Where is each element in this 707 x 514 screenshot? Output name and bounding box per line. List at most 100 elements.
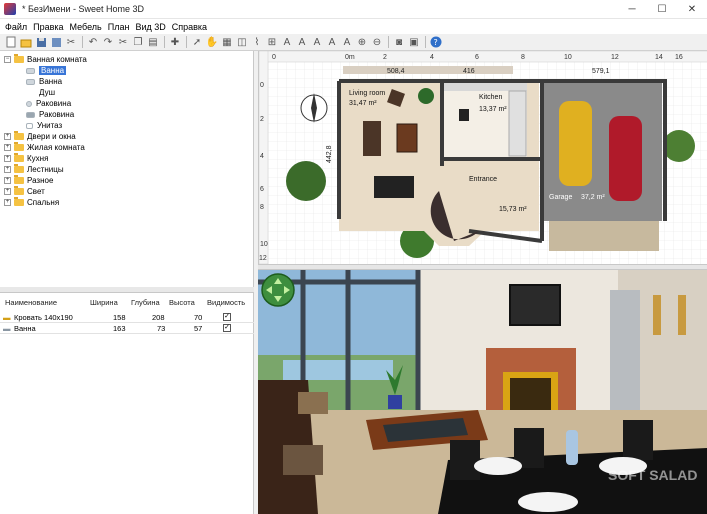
room-area: 13,37 m² [479, 106, 507, 113]
catalog-item-label: Ванна [39, 77, 63, 86]
add-text-icon[interactable]: A [280, 35, 294, 49]
ruler-x-label: 2 [383, 54, 387, 61]
room-name: Living room [349, 90, 385, 97]
ruler-y-label: 2 [260, 116, 264, 123]
cut-icon-2[interactable]: ✂ [116, 35, 130, 49]
menu-file[interactable]: Файл [2, 22, 30, 32]
menu-3d-view[interactable]: Вид 3D [132, 22, 168, 32]
column-visibility[interactable]: Видимость [207, 298, 245, 307]
catalog-item-sink[interactable]: Раковина [26, 98, 71, 109]
help-icon[interactable]: ? [429, 35, 443, 49]
maximize-button[interactable]: ☐ [647, 0, 677, 19]
cut-icon[interactable]: ✂ [64, 35, 78, 49]
zoom-out-icon[interactable]: ⊖ [370, 35, 384, 49]
toolbar-separator [82, 36, 83, 48]
expand-icon[interactable]: + [4, 155, 11, 162]
zoom-in-icon[interactable]: ⊕ [355, 35, 369, 49]
column-height[interactable]: Высота [169, 298, 195, 307]
redo-icon[interactable]: ↷ [101, 35, 115, 49]
close-button[interactable]: ✕ [677, 0, 707, 19]
create-walls-icon[interactable]: ▦ [220, 35, 234, 49]
column-name[interactable]: Наименование [5, 298, 57, 307]
create-photo-icon[interactable]: ◙ [392, 35, 406, 49]
create-polylines-icon[interactable]: ⌇ [250, 35, 264, 49]
visibility-checkbox[interactable]: ✓ [223, 324, 231, 332]
bathtub-icon: ▬ [3, 324, 11, 333]
catalog-item-sink-2[interactable]: Раковина [26, 109, 74, 120]
table-row[interactable]: ▬ Ванна 163 73 57 ✓ [0, 323, 254, 334]
plan-view[interactable]: 0 0m 2 4 6 8 10 12 14 16 0 2 4 6 8 10 12… [258, 51, 707, 264]
category-bedroom[interactable]: + Спальня [4, 197, 59, 208]
category-living-room[interactable]: + Жилая комната [4, 142, 85, 153]
undo-icon[interactable]: ↶ [86, 35, 100, 49]
text-italic-icon[interactable]: A [310, 35, 324, 49]
room-area: 15,73 m² [499, 206, 527, 213]
category-kitchen[interactable]: + Кухня [4, 153, 48, 164]
category-stairs[interactable]: + Лестницы [4, 164, 64, 175]
open-folder-icon[interactable] [19, 35, 33, 49]
catalog-item-toilet[interactable]: Унитаз [26, 120, 62, 131]
text-increase-icon[interactable]: A [325, 35, 339, 49]
folder-icon [14, 164, 24, 173]
3d-view[interactable]: SOFT SALAD [258, 270, 707, 514]
visibility-checkbox[interactable]: ✓ [223, 313, 231, 321]
bathtub-icon [26, 78, 35, 85]
category-lights[interactable]: + Свет [4, 186, 45, 197]
catalog-item-bathtub-2[interactable]: Ванна [26, 76, 62, 87]
category-bathroom[interactable]: − Ванная комната [4, 54, 87, 65]
create-rooms-icon[interactable]: ◫ [235, 35, 249, 49]
title-bar: * БезИмени - Sweet Home 3D ─ ☐ ✕ [0, 0, 707, 19]
catalog-item-label: Раковина [36, 99, 72, 108]
folder-icon [14, 54, 24, 63]
expand-icon[interactable]: + [4, 133, 11, 140]
pan-hand-icon[interactable]: ✋ [205, 35, 219, 49]
category-label: Кухня [27, 154, 49, 163]
menu-edit[interactable]: Правка [30, 22, 66, 32]
ruler-x-label: 6 [475, 54, 479, 61]
column-width[interactable]: Ширина [90, 298, 118, 307]
expand-icon[interactable]: + [4, 177, 11, 184]
toolbar-separator [186, 36, 187, 48]
collapse-icon[interactable]: − [4, 56, 11, 63]
furniture-table: Наименование Ширина Глубина Высота Видим… [0, 292, 254, 514]
new-file-icon[interactable] [4, 35, 18, 49]
category-misc[interactable]: + Разное [4, 175, 53, 186]
category-doors-windows[interactable]: + Двери и окна [4, 131, 76, 142]
table-row[interactable]: ▬ Кровать 140x190 158 208 70 ✓ [0, 312, 254, 323]
select-arrow-icon[interactable]: ➚ [190, 35, 204, 49]
save-icon[interactable] [34, 35, 48, 49]
expand-icon[interactable]: + [4, 199, 11, 206]
folder-icon [14, 186, 24, 195]
menu-plan[interactable]: План [105, 22, 133, 32]
expand-icon[interactable]: + [4, 144, 11, 151]
paste-icon[interactable]: ▤ [146, 35, 160, 49]
add-furniture-icon[interactable]: ✚ [168, 35, 182, 49]
copy-icon[interactable]: ❐ [131, 35, 145, 49]
cell-depth: 208 [152, 313, 165, 322]
category-label: Жилая комната [27, 143, 85, 152]
folder-icon [14, 131, 24, 140]
toilet-icon [26, 122, 33, 129]
category-label: Двери и окна [27, 132, 76, 141]
catalog-item-bathtub[interactable]: Ванна [26, 65, 67, 76]
create-video-icon[interactable]: ▣ [407, 35, 421, 49]
catalog-item-shower[interactable]: Душ [26, 87, 55, 98]
ruler-x-label: 14 [655, 54, 663, 61]
menu-help[interactable]: Справка [169, 22, 210, 32]
text-decrease-icon[interactable]: A [340, 35, 354, 49]
menu-furniture[interactable]: Мебель [67, 22, 105, 32]
expand-icon[interactable]: + [4, 166, 11, 173]
expand-icon[interactable]: + [4, 188, 11, 195]
column-depth[interactable]: Глубина [131, 298, 160, 307]
minimize-button[interactable]: ─ [617, 0, 647, 19]
save-as-icon[interactable] [49, 35, 63, 49]
ruler-x-label: 0 [272, 54, 276, 61]
ruler-x-label: 0m [345, 54, 355, 61]
catalog-item-label: Ванна [39, 66, 67, 75]
text-bold-icon[interactable]: A [295, 35, 309, 49]
shower-icon [26, 89, 35, 96]
catalog-item-label: Раковина [39, 110, 75, 119]
create-dimensions-icon[interactable]: ⊞ [265, 35, 279, 49]
tree-icon [663, 130, 695, 162]
ruler-x-label: 4 [430, 54, 434, 61]
